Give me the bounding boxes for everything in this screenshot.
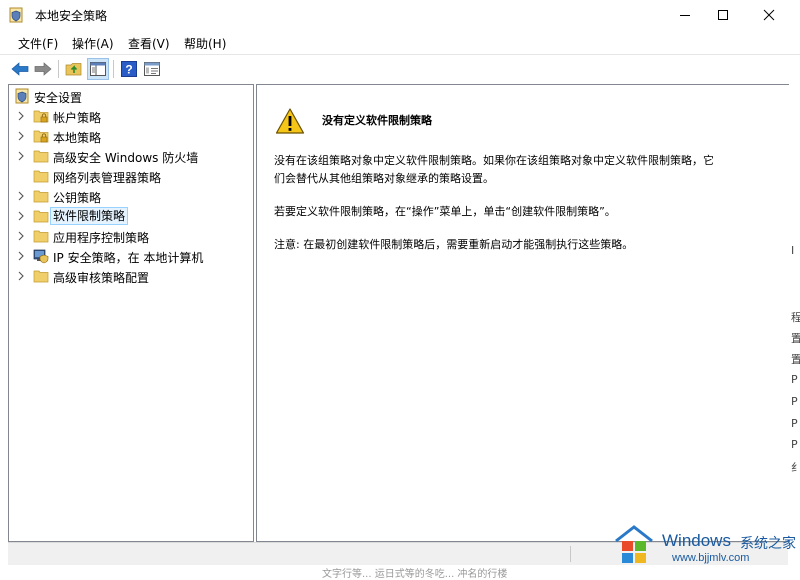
detail-pane: 没有定义软件限制策略 没有在该组策略对象中定义软件限制策略。如果你在该组策略对象…	[256, 84, 790, 542]
background-text: 置	[791, 353, 800, 366]
tree-item-advanced-audit-policy[interactable]: 高级审核策略配置	[9, 266, 249, 286]
maximize-button[interactable]	[700, 0, 746, 30]
title-bar[interactable]: 本地安全策略	[0, 0, 800, 30]
detail-paragraph-2: 若要定义软件限制策略，在“操作”菜单上，单击“创建软件限制策略”。	[274, 205, 616, 218]
windows-logo-icon	[612, 523, 656, 570]
chevron-right-icon[interactable]	[16, 110, 26, 122]
background-text: P	[791, 438, 798, 451]
locked-folder-icon	[33, 128, 49, 144]
tree-item-label: 高级审核策略配置	[53, 271, 150, 285]
tree-item-application-control-policies[interactable]: 应用程序控制策略	[9, 226, 249, 246]
tree-item-label: IP 安全策略，在 本地计算机	[53, 251, 204, 265]
background-text: P	[791, 395, 798, 408]
detail-note: 注意: 在最初创建软件限制策略后，需要重新启动才能强制执行这些策略。	[274, 238, 634, 251]
forward-icon[interactable]	[32, 58, 54, 80]
tree-item-label: 应用程序控制策略	[53, 231, 150, 245]
locked-folder-icon	[33, 108, 49, 124]
watermark-brand: Windows	[662, 531, 731, 550]
chevron-right-icon[interactable]	[16, 210, 26, 222]
toolbar-separator	[113, 60, 114, 78]
tree-item-account-policies[interactable]: 帐户策略	[9, 106, 249, 126]
background-text: P	[791, 417, 798, 430]
tree-item-label: 公钥策略	[53, 191, 102, 205]
background-text: 程	[791, 311, 800, 324]
background-bottom-text: 文字行等... 运日式等的冬吃... 冲名的行楼	[322, 569, 508, 580]
chevron-right-icon[interactable]	[16, 150, 26, 162]
chevron-right-icon[interactable]	[16, 250, 26, 262]
background-window-strip: I 程 置 置 P P P P 纟	[789, 84, 800, 540]
show-hide-tree-icon[interactable]	[87, 58, 109, 80]
folder-icon	[33, 208, 49, 224]
close-button[interactable]	[746, 0, 792, 30]
properties-icon[interactable]	[141, 58, 163, 80]
watermark-sub: 系统之家	[740, 535, 796, 551]
tree-item-windows-firewall[interactable]: 高级安全 Windows 防火墙	[9, 146, 249, 166]
local-security-policy-app-icon	[9, 7, 23, 23]
tree-item-label: 帐户策略	[53, 111, 102, 125]
chevron-right-icon[interactable]	[16, 230, 26, 242]
background-text: 纟	[791, 461, 800, 474]
watermark-url: www.bjjmlv.com	[672, 552, 750, 564]
folder-icon	[33, 188, 49, 204]
tree-item-network-list-manager[interactable]: 网络列表管理器策略	[9, 166, 249, 186]
tree-item-public-key-policies[interactable]: 公钥策略	[9, 186, 249, 206]
tree-root-security-settings[interactable]: 安全设置	[9, 86, 249, 106]
menu-file[interactable]: 文件(F)	[18, 35, 58, 52]
chevron-right-icon[interactable]	[16, 190, 26, 202]
console-tree-pane[interactable]: 安全设置 帐户策略 本地策略 高级安全 Windows 防火墙 网络列表管理器策…	[8, 84, 254, 542]
toolbar: ?	[0, 54, 800, 83]
up-folder-icon[interactable]	[63, 58, 85, 80]
background-text: 置	[791, 332, 800, 345]
chevron-right-icon[interactable]	[16, 270, 26, 282]
tree-item-label-selected: 软件限制策略	[49, 207, 129, 225]
detail-paragraph-1-line-2: 们会替代从其他组策略对象继承的策略设置。	[274, 172, 494, 185]
tree-item-local-policies[interactable]: 本地策略	[9, 126, 249, 146]
warning-icon	[275, 107, 305, 135]
watermark: Windows 系统之家 www.bjjmlv.com	[606, 520, 800, 572]
background-text: P	[791, 373, 798, 386]
toolbar-separator	[58, 60, 59, 78]
menu-view[interactable]: 查看(V)	[128, 35, 170, 52]
menu-help[interactable]: 帮助(H)	[184, 35, 226, 52]
tree-item-ip-security-policies[interactable]: IP 安全策略，在 本地计算机	[9, 246, 249, 266]
security-settings-icon	[15, 88, 31, 104]
menu-action[interactable]: 操作(A)	[72, 35, 114, 52]
menu-bar: 文件(F) 操作(A) 查看(V) 帮助(H)	[0, 31, 800, 53]
folder-icon	[33, 228, 49, 244]
window-title: 本地安全策略	[35, 9, 108, 23]
ip-security-icon	[33, 248, 49, 264]
status-divider	[570, 546, 571, 562]
help-icon[interactable]: ?	[118, 58, 140, 80]
tree-item-label: 网络列表管理器策略	[53, 171, 162, 185]
detail-title: 没有定义软件限制策略	[322, 114, 432, 127]
local-security-policy-window: 本地安全策略 文件(F) 操作(A) 查看(V) 帮助(H) ? 安全设置 帐户…	[0, 0, 800, 580]
folder-icon	[33, 168, 49, 184]
folder-icon	[33, 148, 49, 164]
tree-item-label: 本地策略	[53, 131, 102, 145]
chevron-right-icon[interactable]	[16, 130, 26, 142]
tree-item-software-restriction-policies[interactable]: 软件限制策略	[9, 206, 249, 226]
detail-paragraph-1-line-1: 没有在该组策略对象中定义软件限制策略。如果你在该组策略对象中定义软件限制策略，它	[274, 154, 714, 167]
tree-item-label: 安全设置	[34, 91, 83, 105]
tree-item-label: 高级安全 Windows 防火墙	[53, 151, 199, 165]
back-icon[interactable]	[9, 58, 31, 80]
background-text: I	[791, 244, 795, 257]
svg-text:?: ?	[125, 63, 132, 77]
folder-icon	[33, 268, 49, 284]
